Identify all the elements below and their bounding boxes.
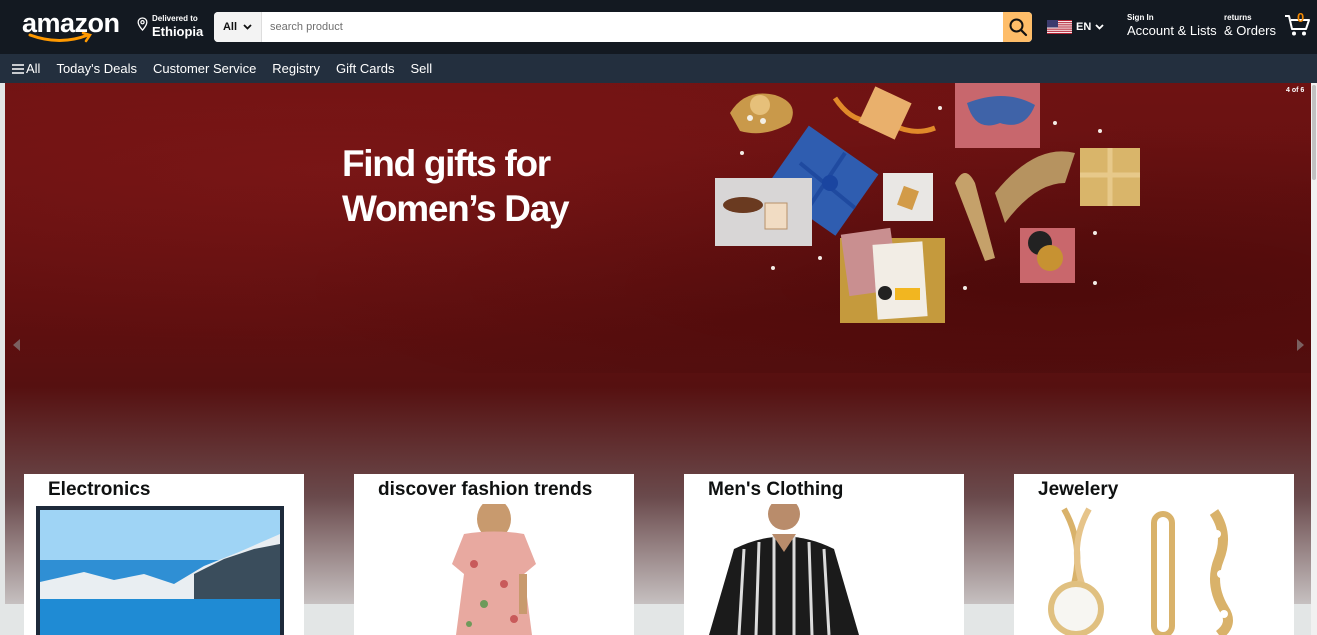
amazon-logo[interactable]: amazon [22, 8, 126, 44]
search-category-select[interactable]: All [214, 12, 262, 42]
account-lists-label: Account & Lists [1127, 23, 1217, 38]
nav-gift-cards[interactable]: Gift Cards [336, 61, 395, 76]
language-label: EN [1076, 21, 1092, 33]
card-title: discover fashion trends [378, 479, 593, 500]
hero-title-line2: Women’s Day [342, 188, 570, 229]
hero-title-line1: Find gifts for [342, 143, 551, 184]
returns-label: returns [1224, 13, 1252, 22]
chevron-down-icon [1095, 24, 1104, 30]
card-title: Electronics [48, 479, 151, 500]
all-menu-button[interactable]: All [12, 61, 40, 76]
slide-counter: 4 of 6 [1286, 87, 1305, 94]
language-selector[interactable]: EN [1047, 19, 1107, 35]
search-icon [1009, 18, 1027, 37]
us-flag-icon [1047, 20, 1072, 34]
carousel-next-arrow-icon[interactable] [1296, 339, 1304, 351]
nav-todays-deals[interactable]: Today's Deals [56, 61, 137, 76]
shirt-image[interactable] [684, 504, 964, 635]
category-card-fashion[interactable]: discover fashion trends [354, 474, 634, 635]
card-title: Jewelery [1038, 479, 1119, 500]
deliver-label: Delivered to [152, 14, 198, 23]
orders-label: & Orders [1224, 23, 1277, 38]
category-card-mens-clothing[interactable]: Men's Clothing [684, 474, 964, 635]
hero-title[interactable]: Find gifts for Women’s Day [342, 141, 570, 231]
search-bar: All [214, 12, 1032, 42]
jewelry-image[interactable] [1014, 504, 1294, 635]
deliver-location: Ethiopia [152, 24, 204, 39]
carousel-prev-arrow-icon[interactable] [13, 339, 21, 351]
location-pin-icon [137, 17, 148, 31]
top-navbar: amazon Delivered to Ethiopia All search … [0, 0, 1317, 54]
cart-button[interactable]: 0 [1284, 10, 1312, 40]
scrollbar-thumb[interactable] [1312, 85, 1316, 180]
category-card-electronics[interactable]: Electronics [24, 474, 304, 635]
cart-count: 0 [1297, 10, 1305, 25]
hero-gifts-image[interactable] [705, 83, 1155, 333]
search-button[interactable] [1003, 12, 1032, 42]
card-title: Men's Clothing [708, 479, 844, 500]
sub-navbar: All Today's Deals Customer Service Regis… [0, 54, 1317, 83]
returns-orders[interactable]: returns & Orders [1224, 13, 1276, 38]
dress-image[interactable] [354, 504, 634, 635]
nav-sell[interactable]: Sell [411, 61, 433, 76]
search-input[interactable] [262, 12, 1003, 42]
hamburger-icon [12, 63, 24, 74]
sign-in-label: Sign In [1127, 13, 1154, 22]
nav-registry[interactable]: Registry [272, 61, 320, 76]
all-menu-label: All [26, 61, 41, 76]
chevron-down-icon [243, 24, 252, 30]
search-category-label: All [222, 21, 238, 33]
page: amazon Delivered to Ethiopia All search … [0, 0, 1317, 635]
account-lists[interactable]: Sign In Account & Lists [1127, 13, 1217, 38]
smile-arrow-icon [28, 32, 92, 43]
tv-image[interactable] [24, 504, 304, 635]
nav-customer-service[interactable]: Customer Service [153, 61, 256, 76]
deliver-to[interactable]: Delivered to Ethiopia [137, 13, 207, 43]
category-card-jewelery[interactable]: Jewelery [1014, 474, 1294, 635]
